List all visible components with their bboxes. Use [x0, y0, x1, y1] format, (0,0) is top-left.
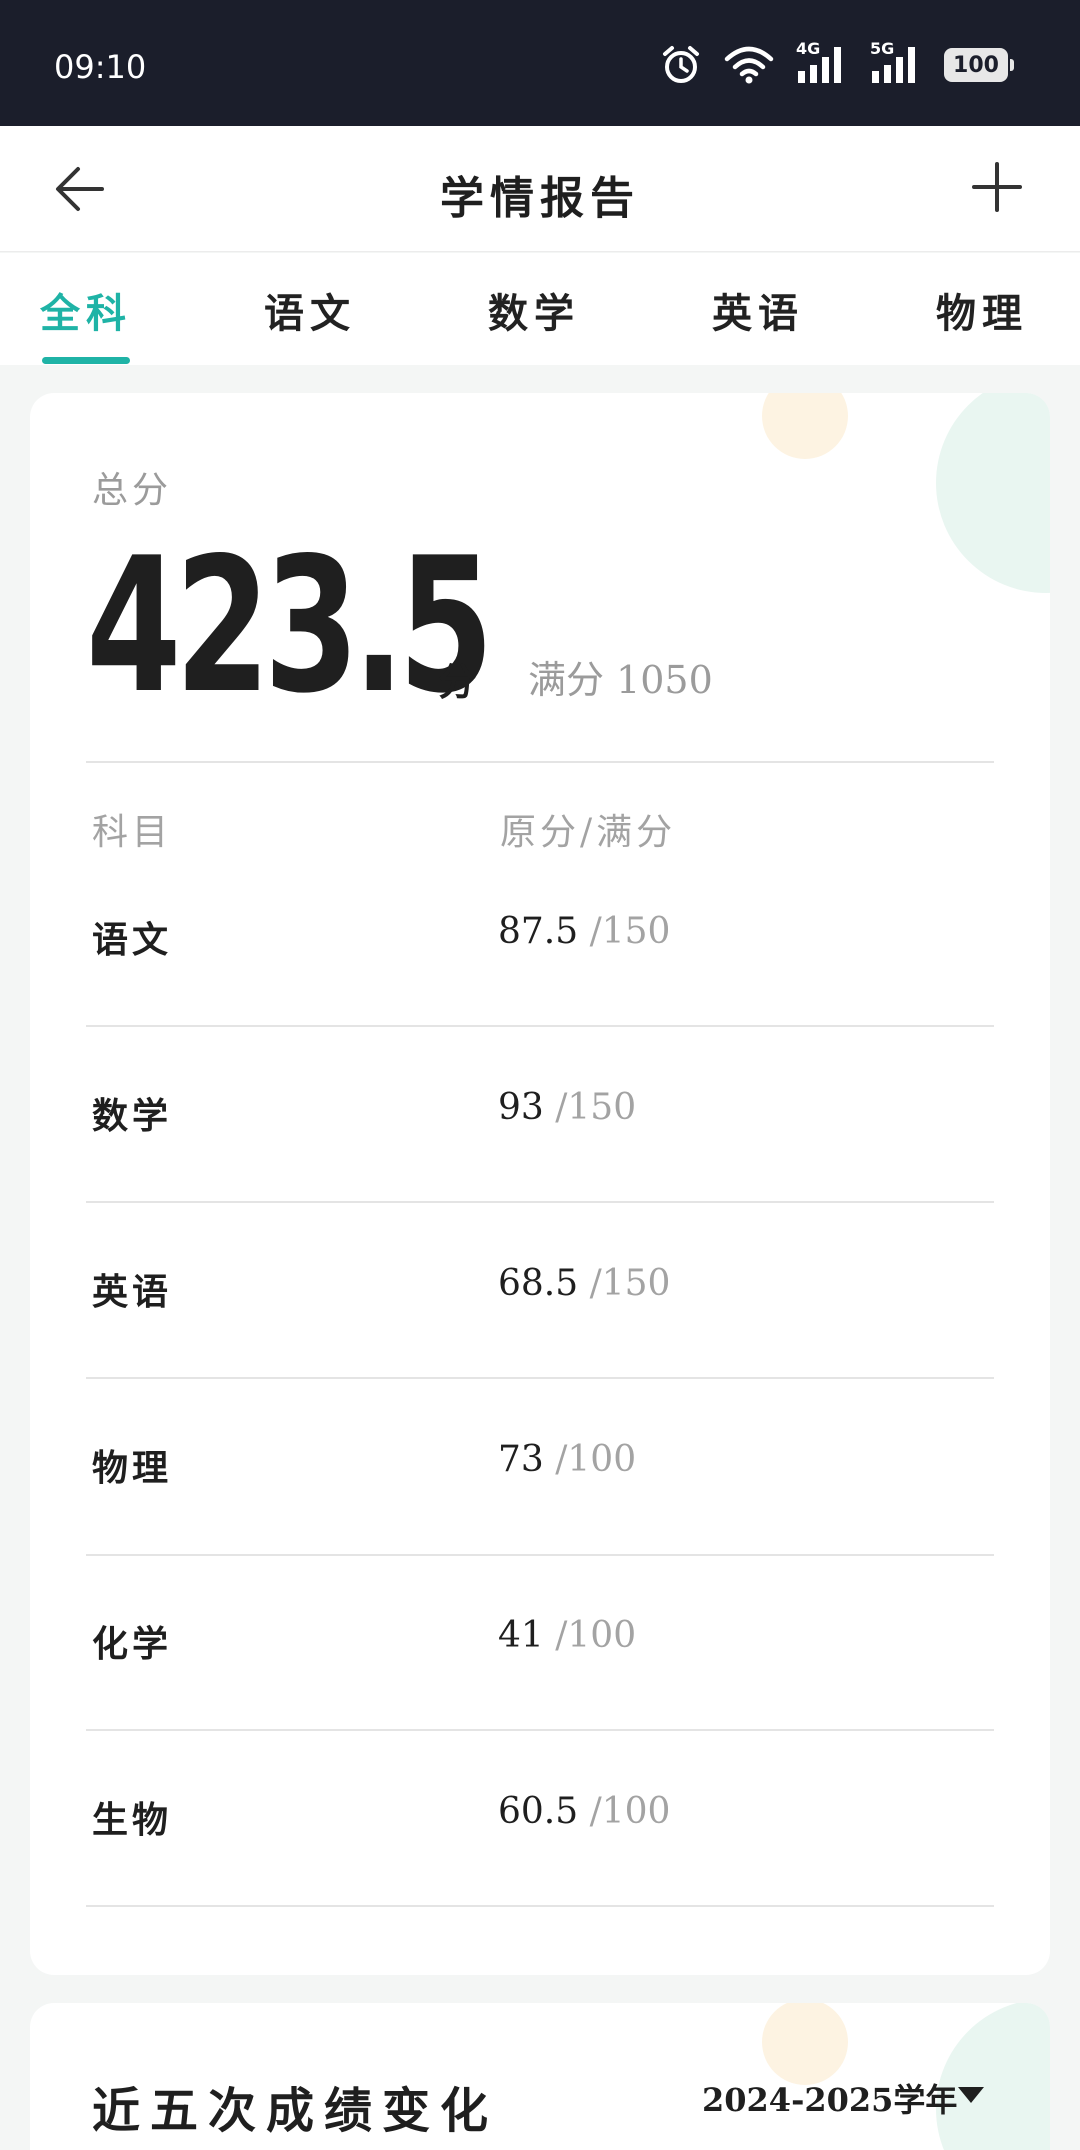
divider — [86, 1377, 994, 1379]
decoration-circle — [762, 393, 848, 459]
max-score: /100 — [555, 1615, 637, 1656]
row-score: 87.5 /150 — [498, 911, 670, 952]
full-score-text: 满分 1050 — [528, 658, 713, 702]
wifi-icon — [724, 46, 774, 84]
status-icons: 4G 5G 100 — [660, 39, 1014, 86]
divider — [86, 1554, 994, 1556]
subject-tabs: 全科 语文 数学 英语 物理 — [0, 253, 1080, 365]
max-score: /100 — [589, 1791, 671, 1832]
row-score: 41 /100 — [498, 1615, 636, 1656]
battery-icon: 100 — [944, 48, 1014, 82]
score-trend-card: 近五次成绩变化 2024-2025学年 — [30, 2003, 1050, 2150]
active-tab-indicator — [42, 357, 130, 364]
row-score: 60.5 /100 — [498, 1791, 670, 1832]
raw-score: 41 — [498, 1615, 544, 1656]
signal-bars-icon — [872, 47, 915, 83]
total-score-unit: 分 — [438, 659, 477, 704]
max-score: /150 — [589, 1263, 671, 1304]
signal-4g: 4G — [796, 39, 848, 85]
tab-math[interactable]: 数学 — [488, 281, 580, 339]
raw-score: 93 — [498, 1087, 544, 1128]
divider — [86, 1729, 994, 1731]
trend-title: 近五次成绩变化 — [92, 2083, 499, 2139]
raw-score: 73 — [498, 1439, 544, 1480]
score-summary-card: 总分 423.5 分 满分 1050 科目 原分/满分 语文 87.5 /150… — [30, 393, 1050, 1975]
tab-english[interactable]: 英语 — [712, 281, 804, 339]
status-bar: 09:10 4G 5G 100 — [0, 0, 1080, 126]
divider — [86, 761, 994, 763]
row-score: 68.5 /150 — [498, 1263, 670, 1304]
signal-bars-icon — [798, 47, 841, 83]
tab-physics[interactable]: 物理 — [936, 281, 1028, 339]
row-score: 93 /150 — [498, 1087, 636, 1128]
max-score: /150 — [589, 911, 671, 952]
total-score-value: 423.5 — [86, 517, 494, 734]
plus-icon[interactable] — [964, 154, 1030, 220]
decoration-circle — [762, 2003, 848, 2085]
decoration-circle — [936, 393, 1050, 593]
app-header: 学情报告 — [0, 126, 1080, 252]
column-header-score: 原分/满分 — [500, 812, 677, 853]
alarm-icon — [663, 46, 699, 83]
raw-score: 68.5 — [498, 1263, 579, 1304]
signal-5g: 5G — [870, 39, 922, 85]
total-score-label: 总分 — [92, 470, 173, 511]
divider — [86, 1025, 994, 1027]
row-subject: 语文 — [92, 919, 173, 961]
column-header-subject: 科目 — [92, 812, 173, 853]
caret-down-icon[interactable] — [958, 2087, 984, 2103]
divider — [86, 1905, 994, 1907]
raw-score: 87.5 — [498, 911, 579, 952]
row-score: 73 /100 — [498, 1439, 636, 1480]
row-subject: 英语 — [92, 1271, 173, 1313]
max-score: /100 — [555, 1439, 637, 1480]
row-subject: 物理 — [92, 1447, 173, 1489]
divider — [86, 1201, 994, 1203]
row-subject: 生物 — [92, 1799, 173, 1841]
max-score: /150 — [555, 1087, 637, 1128]
status-time: 09:10 — [54, 48, 147, 86]
row-subject: 数学 — [92, 1095, 173, 1137]
tab-chinese[interactable]: 语文 — [264, 281, 356, 339]
page-title: 学情报告 — [440, 173, 640, 224]
tab-all-subjects[interactable]: 全科 — [40, 281, 132, 339]
row-subject: 化学 — [92, 1623, 173, 1665]
school-year-select[interactable]: 2024-2025学年 — [702, 2075, 957, 2121]
raw-score: 60.5 — [498, 1791, 579, 1832]
